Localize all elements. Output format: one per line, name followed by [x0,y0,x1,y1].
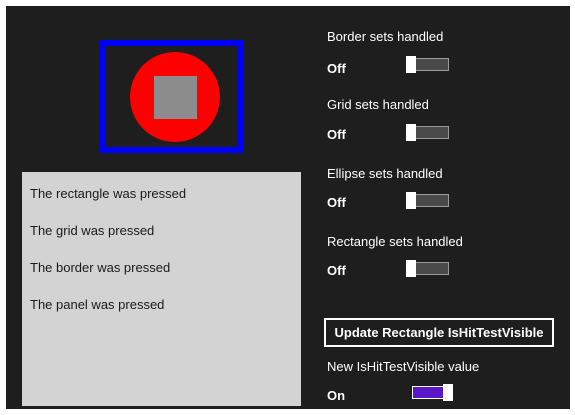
border-handled-state: Off [327,61,346,76]
hit-test-rectangle[interactable] [154,76,197,119]
log-item: The panel was pressed [30,297,165,312]
app-window: The rectangle was pressed The grid was p… [6,6,570,409]
toggle-track [412,194,449,207]
update-hit-test-visible-button[interactable]: Update Rectangle IsHitTestVisible [324,318,554,347]
border-handled-toggle[interactable] [406,56,453,73]
hit-test-ellipse[interactable] [130,52,220,142]
new-hit-test-visible-label: New IsHitTestVisible value [327,359,480,374]
new-hit-test-visible-state: On [327,388,346,403]
toggle-thumb[interactable] [406,56,416,73]
toggle-track [412,262,449,275]
border-handled-label: Border sets handled [327,29,444,44]
ellipse-handled-label: Ellipse sets handled [327,166,443,181]
toggle-track [412,126,449,139]
rectangle-handled-label: Rectangle sets handled [327,234,463,249]
hit-test-border[interactable] [99,40,243,153]
toggle-thumb[interactable] [406,260,416,277]
ellipse-handled-state: Off [327,195,346,210]
toggle-thumb[interactable] [443,384,453,401]
grid-handled-state: Off [327,127,346,142]
rectangle-handled-toggle[interactable] [406,260,453,277]
new-hit-test-visible-toggle[interactable] [406,384,453,401]
rectangle-handled-state: Off [327,263,346,278]
grid-handled-label: Grid sets handled [327,97,429,112]
log-item: The grid was pressed [30,223,155,238]
toggle-track [412,58,449,71]
ellipse-handled-toggle[interactable] [406,192,453,209]
toggle-thumb[interactable] [406,192,416,209]
log-item: The rectangle was pressed [30,186,187,201]
grid-handled-toggle[interactable] [406,124,453,141]
log-item: The border was pressed [30,260,171,275]
event-log-panel[interactable]: The rectangle was pressed The grid was p… [22,172,301,406]
toggle-thumb[interactable] [406,124,416,141]
